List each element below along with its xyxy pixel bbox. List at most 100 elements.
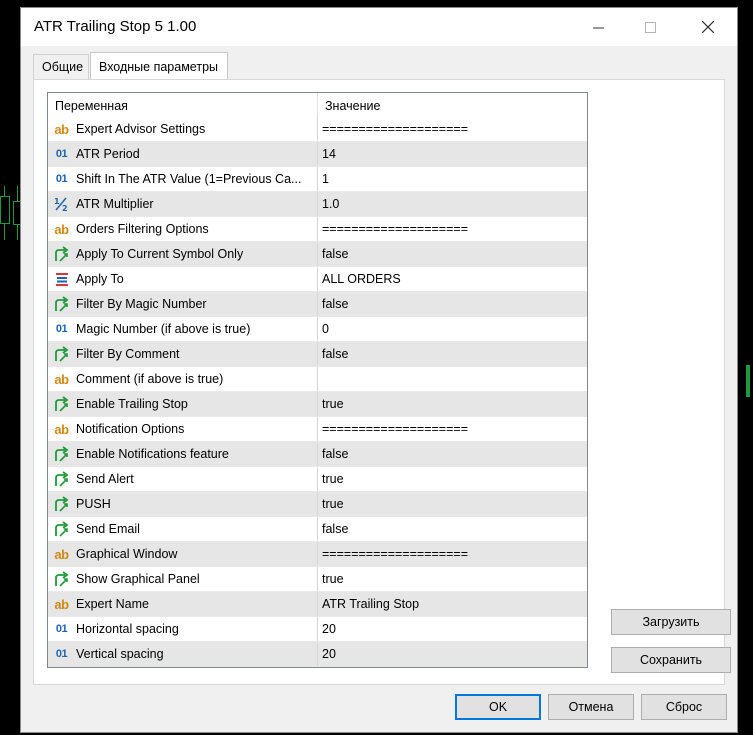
value-cell[interactable]: ==================== [318,117,587,141]
string-icon: ab [54,221,69,237]
window-title: ATR Trailing Stop 5 1.00 [34,18,197,35]
value-cell[interactable]: false [318,292,587,316]
variable-name: Graphical Window [76,547,178,561]
table-row[interactable]: ab Expert Name ATR Trailing Stop [48,592,587,617]
maximize-button[interactable] [627,8,673,46]
svg-text:2: 2 [62,204,68,212]
variable-name: Send Email [76,522,140,536]
cancel-button[interactable]: Отмена [548,694,634,720]
table-row[interactable]: Apply To ALL ORDERS [48,267,587,292]
value-cell[interactable]: false [318,517,587,541]
table-row[interactable]: 01 Magic Number (if above is true) 0 [48,317,587,342]
value-cell[interactable]: true [318,392,587,416]
header-variable[interactable]: Переменная [48,93,318,117]
header-value[interactable]: Значение [318,93,587,117]
chart-bar [746,365,750,397]
table-row[interactable]: ab Expert Advisor Settings ===============… [48,117,587,142]
value-cell[interactable]: 1.0 [318,192,587,216]
tab-panel: Переменная Значение ab Expert Advisor Set… [33,79,731,685]
value-cell[interactable]: true [318,467,587,491]
reset-button[interactable]: Сброс [641,694,727,720]
value-cell[interactable]: ATR Trailing Stop [318,592,587,616]
variable-cell: Apply To [48,267,318,291]
value-cell[interactable]: 14 [318,142,587,166]
variable-name: Vertical spacing [76,647,164,661]
table-row[interactable]: ab Comment (if above is true) [48,367,587,392]
value-cell[interactable]: 20 [318,617,587,641]
value-cell[interactable]: true [318,567,587,591]
table-row[interactable]: 01 Shift In The ATR Value (1=Previous Ca.… [48,167,587,192]
variable-cell: Filter By Magic Number [48,292,318,316]
variable-cell: ab Graphical Window [48,542,318,566]
table-row[interactable]: Show Graphical Panel true [48,567,587,592]
value-cell[interactable]: ==================== [318,542,587,566]
table-row[interactable]: Filter By Magic Number false [48,292,587,317]
minimize-button[interactable] [575,8,621,46]
table-row[interactable]: PUSH true [48,492,587,517]
value-cell[interactable]: true [318,492,587,516]
table-row[interactable]: Send Email false [48,517,587,542]
integer-icon: 01 [55,148,68,160]
variable-cell: 01 Horizontal spacing [48,617,318,641]
ok-button[interactable]: OK [455,694,541,720]
bool-icon [53,395,70,413]
table-row[interactable]: Enable Notifications feature false [48,442,587,467]
value-cell[interactable]: ALL ORDERS [318,267,587,291]
variable-name: Apply To [76,272,124,286]
table-row[interactable]: 01 Vertical spacing 20 [48,642,587,667]
save-button[interactable]: Сохранить [611,647,731,673]
bool-icon [53,295,70,313]
bool-icon [53,345,70,363]
grid-header: Переменная Значение [48,93,587,117]
maximize-icon [644,21,656,33]
value-cell[interactable]: false [318,342,587,366]
variable-name: Horizontal spacing [76,622,179,636]
value-cell[interactable]: 0 [318,317,587,341]
variable-cell: ab Notification Options [48,417,318,441]
variable-name: Filter By Comment [76,347,180,361]
bool-icon [53,470,70,488]
variable-cell: ab Expert Advisor Settings [48,117,318,141]
table-row[interactable]: Send Alert true [48,467,587,492]
value-cell[interactable]: false [318,242,587,266]
table-row[interactable]: 01 Horizontal spacing 20 [48,617,587,642]
table-row[interactable]: ab Graphical Window ==================== [48,542,587,567]
value-cell[interactable]: 1 [318,167,587,191]
value-cell[interactable]: 20 [318,642,587,666]
bool-icon [53,245,70,263]
variable-cell: ab Expert Name [48,592,318,616]
string-icon: ab [54,371,69,387]
variable-name: Notification Options [76,422,185,436]
value-cell[interactable]: ==================== [318,417,587,441]
tab-general[interactable]: Общие [33,54,89,79]
string-icon: ab [54,121,69,137]
variable-name: Expert Advisor Settings [76,122,206,136]
enum-icon [53,270,70,288]
bool-icon [53,570,70,588]
table-row[interactable]: Filter By Comment false [48,342,587,367]
integer-icon: 01 [55,623,68,635]
table-row[interactable]: Apply To Current Symbol Only false [48,242,587,267]
tab-input-parameters[interactable]: Входные параметры [90,52,228,80]
variable-cell: Enable Notifications feature [48,442,318,466]
variable-cell: 01 ATR Period [48,142,318,166]
grid-rows: ab Expert Advisor Settings ===============… [48,117,587,667]
close-button[interactable] [685,8,731,46]
value-cell[interactable]: ==================== [318,217,587,241]
variable-cell: PUSH [48,492,318,516]
table-row[interactable]: Enable Trailing Stop true [48,392,587,417]
load-button[interactable]: Загрузить [611,609,731,635]
table-row[interactable]: ab Orders Filtering Options ==============… [48,217,587,242]
value-cell[interactable] [318,367,587,391]
integer-icon: 01 [55,648,68,660]
parameters-grid: Переменная Значение ab Expert Advisor Set… [47,92,588,668]
value-cell[interactable]: false [318,442,587,466]
minimize-icon [592,27,604,28]
variable-cell: Show Graphical Panel [48,567,318,591]
variable-name: ATR Multiplier [76,197,154,211]
table-row[interactable]: 01 ATR Period 14 [48,142,587,167]
dialog-window: ATR Trailing Stop 5 1.00 Общие Входные п… [20,7,738,733]
table-row[interactable]: ab Notification Options ==================… [48,417,587,442]
table-row[interactable]: 1 2 ATR Multiplier 1.0 [48,192,587,217]
variable-cell: ab Comment (if above is true) [48,367,318,391]
